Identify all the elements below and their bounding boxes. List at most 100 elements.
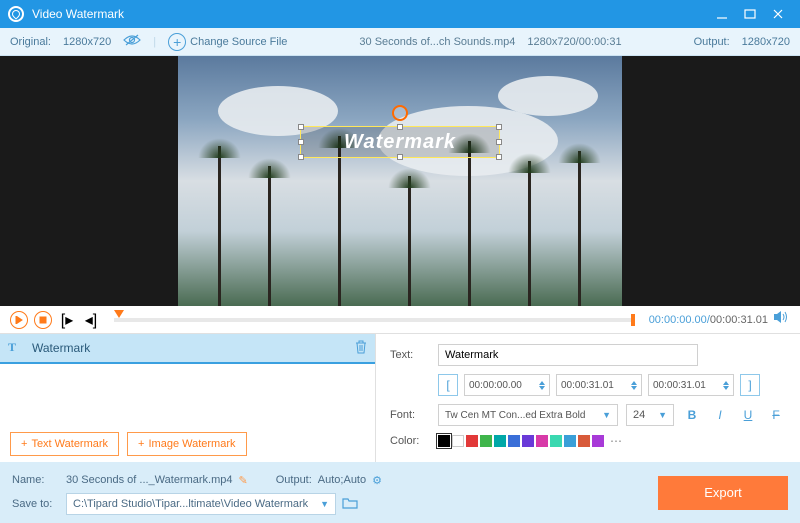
spinner-up[interactable] xyxy=(631,381,637,385)
playback-controls: [▸ ◂] 00:00:00.00/00:00:31.01 xyxy=(0,306,800,334)
chevron-down-icon: ▼ xyxy=(602,410,611,420)
rotate-handle-icon[interactable] xyxy=(392,105,408,121)
minimize-button[interactable] xyxy=(708,0,736,28)
color-label: Color: xyxy=(390,435,430,447)
font-label: Font: xyxy=(390,409,430,421)
app-title: Video Watermark xyxy=(32,7,708,21)
timeline-end-marker[interactable] xyxy=(631,314,635,326)
watermark-list-item[interactable]: T Watermark xyxy=(0,334,375,364)
resize-handle[interactable] xyxy=(496,139,502,145)
timeline-start-marker[interactable] xyxy=(114,310,124,318)
change-source-button[interactable]: + Change Source File xyxy=(168,33,287,51)
italic-button[interactable]: I xyxy=(710,405,730,425)
close-button[interactable] xyxy=(764,0,792,28)
color-swatch[interactable] xyxy=(592,435,604,447)
watermark-text: Watermark xyxy=(344,131,456,154)
watermark-list-empty xyxy=(0,364,375,426)
watermark-item-label: Watermark xyxy=(32,341,90,355)
add-text-watermark-button[interactable]: +Text Watermark xyxy=(10,432,119,456)
bold-button[interactable]: B xyxy=(682,405,702,425)
plus-icon: + xyxy=(138,438,144,450)
change-source-label: Change Source File xyxy=(190,36,287,48)
export-button[interactable]: Export xyxy=(658,476,788,510)
spinner-down[interactable] xyxy=(723,386,729,390)
color-swatch[interactable] xyxy=(466,435,478,447)
end-time-input[interactable]: 00:00:31.01 xyxy=(556,374,642,396)
output-resolution: 1280x720 xyxy=(742,36,790,48)
output-format-label: Output: xyxy=(276,474,312,486)
underline-button[interactable]: U xyxy=(738,405,758,425)
more-colors-button[interactable]: ⋯ xyxy=(610,434,622,448)
output-label: Output: xyxy=(694,36,730,48)
color-swatch[interactable] xyxy=(452,435,464,447)
spinner-down[interactable] xyxy=(631,386,637,390)
play-button[interactable] xyxy=(10,311,28,329)
color-swatch[interactable] xyxy=(438,435,450,447)
output-settings-icon[interactable]: ⚙ xyxy=(372,474,382,487)
edit-name-icon[interactable]: ✎ xyxy=(239,474,248,487)
color-swatches: ⋯ xyxy=(438,434,622,448)
volume-icon[interactable] xyxy=(774,310,790,329)
duration-input[interactable]: 00:00:31.01 xyxy=(648,374,734,396)
name-label: Name: xyxy=(12,474,60,486)
watermark-text-input[interactable] xyxy=(438,344,698,366)
chevron-down-icon: ▼ xyxy=(320,499,329,509)
spinner-up[interactable] xyxy=(539,381,545,385)
plus-icon: + xyxy=(168,33,186,51)
open-folder-icon[interactable] xyxy=(342,497,358,512)
spinner-up[interactable] xyxy=(723,381,729,385)
time-display: 00:00:00.00/00:00:31.01 xyxy=(649,314,768,326)
bracket-start-button[interactable]: [ xyxy=(438,374,458,396)
color-swatch[interactable] xyxy=(578,435,590,447)
spinner-down[interactable] xyxy=(539,386,545,390)
source-filename: 30 Seconds of...ch Sounds.mp4 xyxy=(359,36,515,48)
resize-handle[interactable] xyxy=(496,154,502,160)
font-size-select[interactable]: 24▼ xyxy=(626,404,674,426)
text-type-icon: T xyxy=(8,340,24,356)
resize-handle[interactable] xyxy=(397,124,403,130)
delete-watermark-icon[interactable] xyxy=(355,340,367,357)
separator: | xyxy=(153,36,156,48)
middle-panels: T Watermark +Text Watermark +Image Water… xyxy=(0,334,800,462)
video-preview-area: Watermark xyxy=(0,56,800,306)
resize-handle[interactable] xyxy=(298,124,304,130)
video-frame[interactable]: Watermark xyxy=(178,56,622,306)
bottom-bar: Name: 30 Seconds of ..._Watermark.mp4 ✎ … xyxy=(0,462,800,523)
resize-handle[interactable] xyxy=(496,124,502,130)
chevron-down-icon: ▼ xyxy=(658,410,667,420)
font-family-select[interactable]: Tw Cen MT Con...ed Extra Bold▼ xyxy=(438,404,618,426)
source-resolution-duration: 1280x720/00:00:31 xyxy=(527,36,621,48)
preview-toggle-icon[interactable] xyxy=(123,34,141,49)
saveto-label: Save to: xyxy=(12,498,60,510)
set-end-button[interactable]: ◂] xyxy=(82,311,100,329)
maximize-button[interactable] xyxy=(736,0,764,28)
color-swatch[interactable] xyxy=(550,435,562,447)
resize-handle[interactable] xyxy=(298,154,304,160)
color-swatch[interactable] xyxy=(494,435,506,447)
color-swatch[interactable] xyxy=(480,435,492,447)
watermark-list-panel: T Watermark +Text Watermark +Image Water… xyxy=(0,334,376,462)
plus-icon: + xyxy=(21,438,27,450)
color-swatch[interactable] xyxy=(564,435,576,447)
stop-button[interactable] xyxy=(34,311,52,329)
watermark-buttons: +Text Watermark +Image Watermark xyxy=(0,426,375,462)
resize-handle[interactable] xyxy=(397,154,403,160)
properties-panel: Text: [ 00:00:00.00 00:00:31.01 00:00:31… xyxy=(376,334,800,462)
strikethrough-button[interactable]: F xyxy=(766,405,786,425)
color-swatch[interactable] xyxy=(522,435,534,447)
set-start-button[interactable]: [▸ xyxy=(58,311,76,329)
timeline[interactable] xyxy=(114,318,635,322)
watermark-overlay[interactable]: Watermark xyxy=(300,126,500,158)
start-time-input[interactable]: 00:00:00.00 xyxy=(464,374,550,396)
titlebar: Video Watermark xyxy=(0,0,800,28)
original-label: Original: xyxy=(10,36,51,48)
save-path-select[interactable]: C:\Tipard Studio\Tipar...ltimate\Video W… xyxy=(66,493,336,515)
color-swatch[interactable] xyxy=(508,435,520,447)
toolbar: Original: 1280x720 | + Change Source Fil… xyxy=(0,28,800,56)
resize-handle[interactable] xyxy=(298,139,304,145)
output-name: 30 Seconds of ..._Watermark.mp4 xyxy=(66,474,233,486)
add-image-watermark-button[interactable]: +Image Watermark xyxy=(127,432,246,456)
bracket-end-button[interactable]: ] xyxy=(740,374,760,396)
original-resolution: 1280x720 xyxy=(63,36,111,48)
color-swatch[interactable] xyxy=(536,435,548,447)
